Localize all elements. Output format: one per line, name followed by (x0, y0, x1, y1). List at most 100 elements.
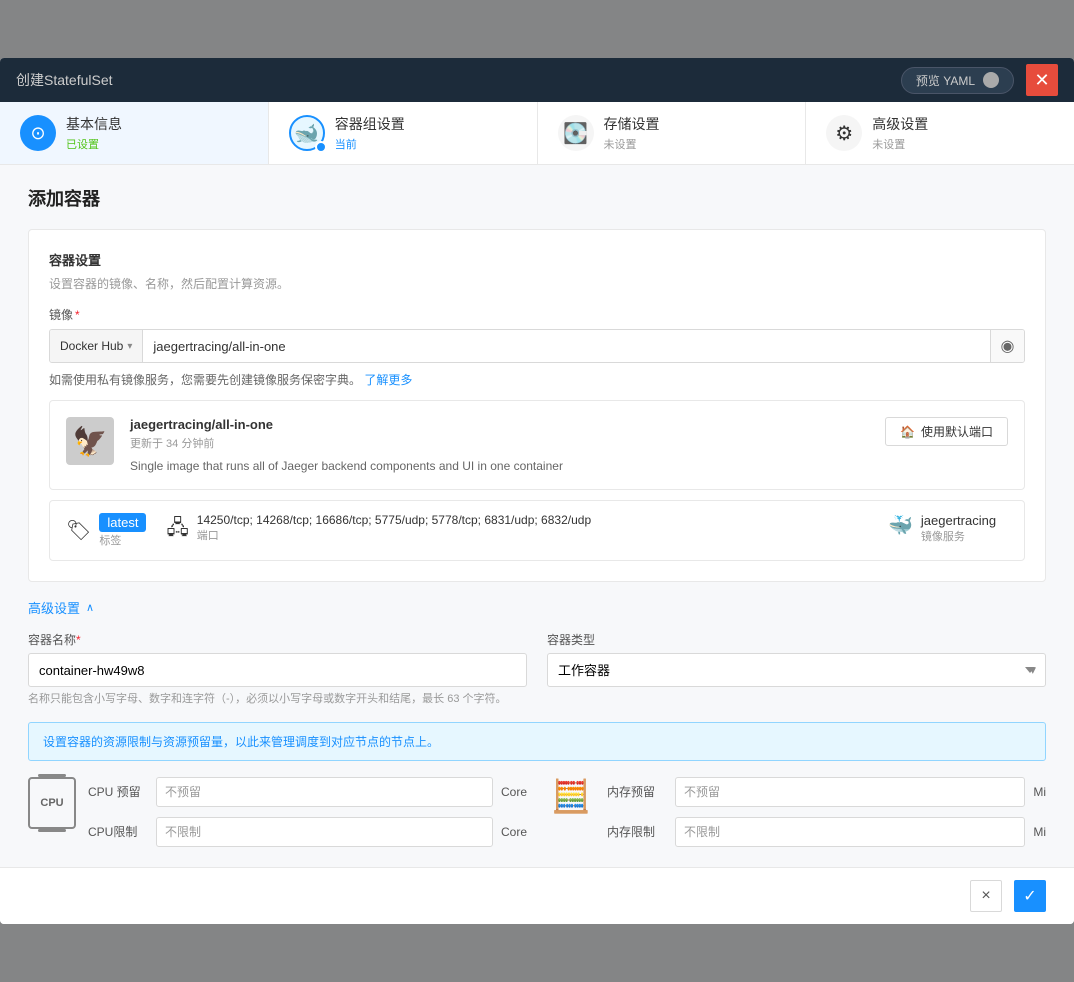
tag-item-ports: 🖧 14250/tcp; 14268/tcp; 16686/tcp; 5775/… (166, 513, 868, 548)
yaml-toggle-label: 预览 YAML (916, 72, 975, 89)
ports-value: 14250/tcp; 14268/tcp; 16686/tcp; 5775/ud… (197, 513, 591, 527)
page-title: 添加容器 (28, 185, 1046, 211)
qr-icon: ◉ (1001, 336, 1015, 356)
tag-icon: 🏷 (66, 518, 91, 543)
footer-confirm-button[interactable]: ✓ (1014, 880, 1046, 912)
ports-label: 端口 (197, 527, 591, 543)
registry-label: 镜像服务 (921, 528, 996, 544)
container-name-type-row: 容器名称* 名称只能包含小写字母、数字和连字符（-），必须以小写字母或数字开头和… (28, 631, 1046, 708)
cpu-reserve-row: CPU 预留 Core (88, 777, 527, 807)
tag-label: 标签 (99, 532, 146, 548)
close-icon: ✕ (1034, 70, 1049, 91)
cpu-limit-label: CPU限制 (88, 823, 148, 840)
modal-title: 创建StatefulSet (16, 70, 113, 90)
registry-value: jaegertracing (921, 513, 996, 528)
mem-limit-input[interactable] (675, 817, 1025, 847)
container-name-field: 容器名称* 名称只能包含小写字母、数字和连字符（-），必须以小写字母或数字开头和… (28, 631, 527, 708)
image-field-label: 镜像* (49, 306, 1025, 323)
learn-more-link[interactable]: 了解更多 (364, 373, 412, 387)
image-info: jaegertracing/all-in-one 更新于 34 分钟前 Sing… (130, 417, 1008, 473)
image-tags-panel: 🏷 latest 标签 🖧 14250/tcp; 14268/t (49, 500, 1025, 561)
modal-close-button[interactable]: ✕ (1026, 64, 1058, 96)
cpu-resource-section: CPU CPU 预留 Core CPU限制 Core (28, 777, 527, 847)
advanced-toggle-label: 高级设置 (28, 598, 80, 617)
mem-limit-label: 内存限制 (607, 823, 667, 840)
yaml-toggle-dot (983, 72, 999, 88)
image-source-label: Docker Hub (60, 339, 123, 353)
cpu-fields: CPU 预留 Core CPU限制 Core (88, 777, 527, 847)
mem-limit-row: 内存限制 Mi (607, 817, 1046, 847)
modal-footer: × ✓ (0, 867, 1074, 924)
confirm-icon: ✓ (1023, 886, 1036, 906)
image-description: Single image that runs all of Jaeger bac… (130, 459, 1008, 473)
image-name: jaegertracing/all-in-one (130, 417, 1008, 432)
container-type-select[interactable]: 工作容器 (547, 653, 1046, 687)
memory-resource-section: 🧮 内存预留 Mi 内存限制 Mi (547, 777, 1046, 847)
step-basic-icon: ⊙ (20, 115, 56, 151)
modal-content: 添加容器 容器设置 设置容器的镜像、名称，然后配置计算资源。 镜像* Docke… (0, 165, 1074, 867)
tag-item-latest: 🏷 latest 标签 (66, 513, 146, 548)
memory-icon: 🧮 (547, 777, 595, 815)
step-advanced-title: 高级设置 (872, 114, 928, 134)
resource-info-banner: 设置容器的资源限制与资源预留量，以此来管理调度到对应节点的节点上。 (28, 722, 1046, 761)
image-source-dropdown[interactable]: Docker Hub ▾ (50, 330, 143, 362)
jaeger-icon: 🦅 (73, 425, 108, 458)
step-basic-subtitle: 已设置 (66, 136, 122, 152)
ram-chip-icon: 🧮 (551, 777, 591, 815)
container-name-hint: 名称只能包含小写字母、数字和连字符（-），必须以小写字母或数字开头和结尾，最长 … (28, 691, 527, 708)
cpu-icon: CPU (28, 777, 76, 829)
container-name-label: 容器名称* (28, 631, 527, 648)
mem-reserve-input[interactable] (675, 777, 1025, 807)
cpu-limit-row: CPU限制 Core (88, 817, 527, 847)
step-storage[interactable]: 💽 存储设置 未设置 (538, 102, 807, 164)
advanced-settings-toggle[interactable]: 高级设置 ∧ (28, 598, 1046, 617)
image-scan-button[interactable]: ◉ (990, 330, 1024, 362)
image-preview-panel: 🦅 jaegertracing/all-in-one 更新于 34 分钟前 Si… (49, 400, 1025, 490)
container-type-label: 容器类型 (547, 631, 1046, 648)
storage-icon: 💽 (563, 121, 588, 146)
image-thumbnail: 🦅 (66, 417, 114, 465)
step-basic-title: 基本信息 (66, 114, 122, 134)
step-storage-icon: 💽 (558, 115, 594, 151)
use-default-ports-button[interactable]: 🏠 使用默认端口 (885, 417, 1008, 446)
tag-value: latest (99, 513, 146, 532)
container-name-input[interactable] (28, 653, 527, 687)
step-basic[interactable]: ⊙ 基本信息 已设置 (0, 102, 269, 164)
cpu-reserve-unit: Core (501, 785, 527, 799)
image-hint-text: 如需使用私有镜像服务，您需要先创建镜像服务保密字典。 了解更多 (49, 371, 1025, 388)
step-container-dot (315, 141, 327, 153)
step-storage-subtitle: 未设置 (604, 136, 660, 152)
image-input-wrapper: Docker Hub ▾ ◉ (49, 329, 1025, 363)
chevron-down-icon: ▾ (127, 341, 132, 352)
mem-reserve-row: 内存预留 Mi (607, 777, 1046, 807)
cpu-reserve-input[interactable] (156, 777, 493, 807)
container-settings-title: 容器设置 (49, 250, 1025, 269)
step-container-title: 容器组设置 (335, 114, 405, 134)
ports-icon: 🖧 (166, 513, 188, 547)
registry-icon: 🐳 (888, 513, 913, 538)
step-advanced-icon: ⚙ (826, 115, 862, 151)
step-storage-title: 存储设置 (604, 114, 660, 134)
image-update-time: 更新于 34 分钟前 (130, 435, 1008, 451)
settings-icon: ⚙ (835, 121, 853, 146)
steps-bar: ⊙ 基本信息 已设置 🐋 容器组设置 当前 (0, 102, 1074, 165)
mem-limit-unit: Mi (1033, 825, 1046, 839)
cpu-limit-input[interactable] (156, 817, 493, 847)
footer-cancel-button[interactable]: × (970, 880, 1002, 912)
chevron-up-icon: ∧ (86, 601, 94, 614)
container-settings-desc: 设置容器的镜像、名称，然后配置计算资源。 (49, 275, 1025, 292)
step-advanced-subtitle: 未设置 (872, 136, 928, 152)
image-input[interactable] (143, 330, 990, 362)
memory-fields: 内存预留 Mi 内存限制 Mi (607, 777, 1046, 847)
cpu-limit-unit: Core (501, 825, 527, 839)
yaml-toggle-button[interactable]: 预览 YAML (901, 67, 1014, 94)
container-type-field: 容器类型 工作容器 (547, 631, 1046, 708)
docker-icon: 🐋 (294, 121, 319, 146)
step-advanced[interactable]: ⚙ 高级设置 未设置 (806, 102, 1074, 164)
step-container-subtitle: 当前 (335, 136, 405, 152)
home-icon: 🏠 (900, 425, 915, 439)
step-container[interactable]: 🐋 容器组设置 当前 (269, 102, 538, 164)
mem-reserve-unit: Mi (1033, 785, 1046, 799)
mem-reserve-label: 内存预留 (607, 783, 667, 800)
step-container-icon: 🐋 (289, 115, 325, 151)
